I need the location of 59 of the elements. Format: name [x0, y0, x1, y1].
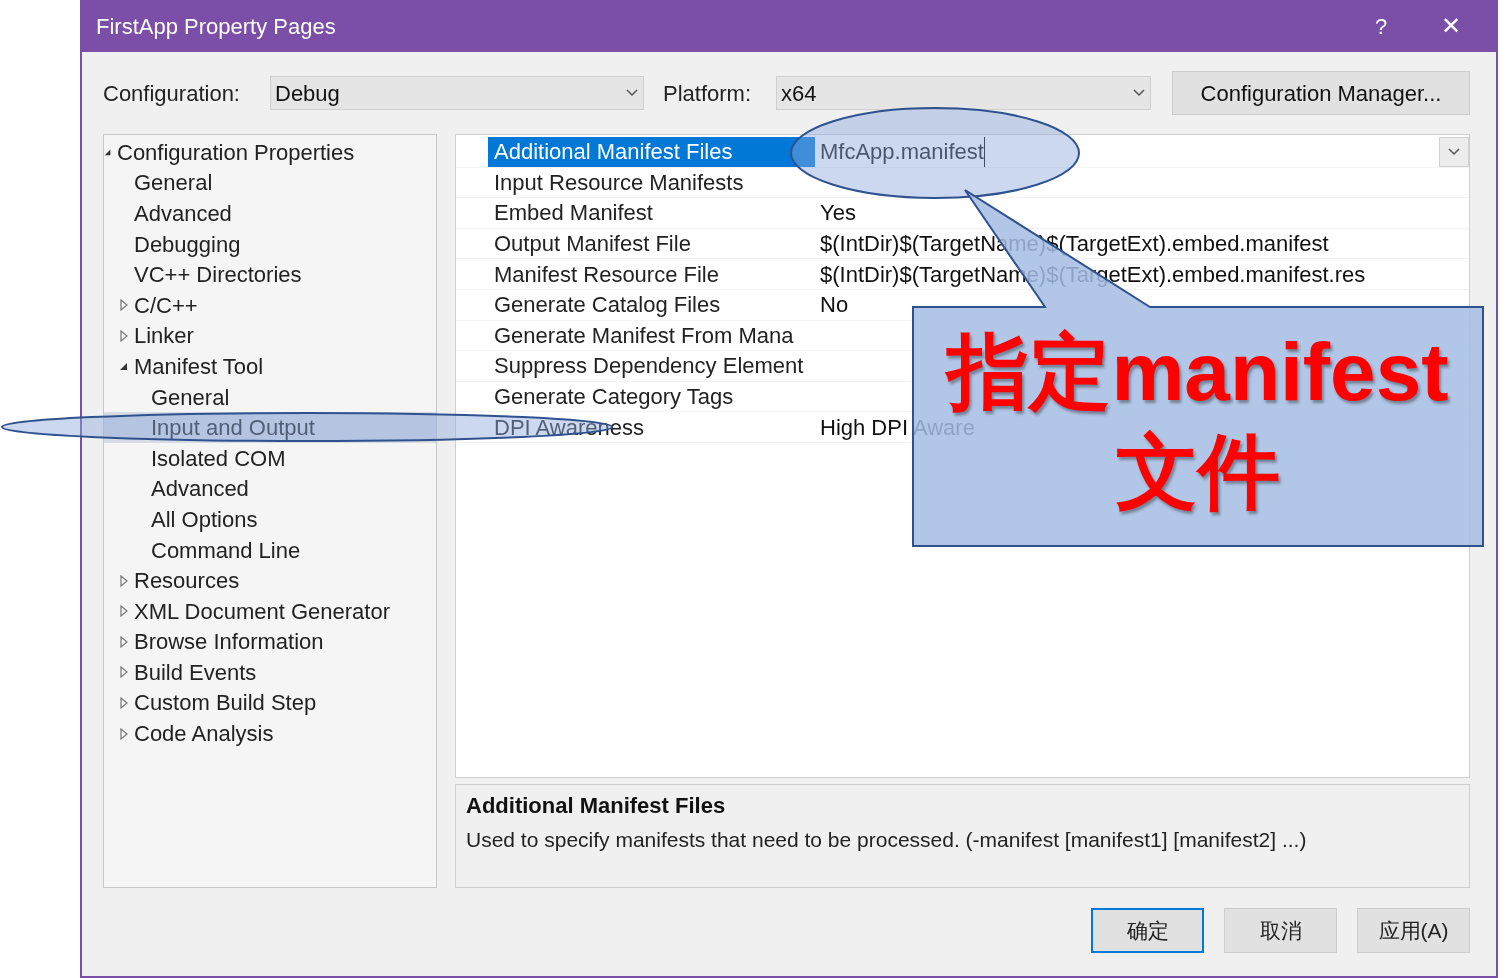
window-title: FirstApp Property Pages	[96, 12, 337, 41]
dialog-button[interactable]: 确定	[1091, 908, 1204, 953]
tree-item[interactable]: Input and Output	[104, 412, 436, 443]
configuration-label: Configuration:	[103, 79, 241, 108]
collapsed-triangle-icon[interactable]	[119, 605, 129, 618]
tree-item[interactable]: Manifest Tool	[104, 351, 436, 382]
collapsed-triangle-icon[interactable]	[119, 697, 129, 709]
property-name[interactable]: Output Manifest File	[488, 228, 815, 259]
tree-item[interactable]: Debugging	[104, 228, 436, 260]
platform-label: Platform:	[663, 79, 753, 108]
tree-item[interactable]: XML Document Generator	[104, 595, 436, 627]
collapsed-triangle-icon[interactable]	[119, 635, 129, 648]
chevron-down-icon	[1447, 146, 1461, 157]
collapsed-triangle-icon[interactable]	[119, 329, 129, 342]
property-name[interactable]: Embed Manifest	[488, 198, 815, 228]
tree-item[interactable]: Advanced	[104, 198, 436, 229]
property-name[interactable]: Generate Catalog Files	[488, 289, 815, 320]
tree-item[interactable]: Isolated COM	[104, 442, 436, 474]
tree-item[interactable]: General	[104, 381, 436, 413]
chevron-down-icon	[625, 88, 639, 98]
tree-item[interactable]: General	[104, 167, 436, 199]
tree-item[interactable]: Advanced	[104, 473, 436, 505]
callout-text: 文件	[1116, 425, 1280, 519]
tree-item[interactable]: Browse Information	[104, 626, 436, 658]
chevron-down-icon	[1132, 88, 1146, 98]
property-name[interactable]: Generate Category Tags	[488, 381, 815, 412]
property-value: Yes	[819, 199, 856, 228]
description-title: Additional Manifest Files	[466, 792, 727, 820]
collapsed-triangle-icon[interactable]	[119, 299, 129, 312]
configuration-manager-button[interactable]: Configuration Manager...	[1172, 71, 1470, 115]
platform-dropdown[interactable]: x64	[776, 76, 1151, 110]
tree-item[interactable]: Build Events	[104, 657, 436, 688]
property-name[interactable]: Suppress Dependency Element	[488, 351, 815, 381]
collapsed-triangle-icon[interactable]	[119, 727, 129, 740]
description-text: Used to specify manifests that need to be processed. (-manifest [manifest1] [manifest2] ...)	[466, 827, 1308, 853]
tree-item[interactable]: Linker	[104, 320, 436, 352]
collapsed-triangle-icon[interactable]	[119, 574, 129, 587]
tree-item[interactable]: C/C++	[104, 289, 436, 321]
help-button[interactable]: ?	[1356, 6, 1406, 46]
dialog-button[interactable]: 应用(A)	[1357, 908, 1470, 953]
tree-item[interactable]: Code Analysis	[104, 718, 436, 749]
callout-text: 指定manifest	[947, 325, 1449, 419]
property-name[interactable]: Generate Manifest From Mana	[488, 320, 815, 351]
property-value-field[interactable]: MfcApp.manifest	[815, 137, 985, 167]
dropdown-button[interactable]	[1439, 137, 1469, 167]
close-button[interactable]: ✕	[1426, 6, 1476, 46]
property-value: No	[819, 291, 849, 320]
tree-item[interactable]: Resources	[104, 565, 436, 596]
dialog-button[interactable]: 取消	[1224, 908, 1337, 953]
tree-item[interactable]: Configuration Properties	[104, 137, 436, 168]
property-name[interactable]: Manifest Resource File	[488, 259, 815, 289]
property-name[interactable]: Input Resource Manifests	[488, 167, 815, 198]
property-name[interactable]: Additional Manifest Files	[488, 137, 815, 167]
configuration-dropdown[interactable]: Debug	[270, 76, 644, 110]
tree-item[interactable]: All Options	[104, 504, 436, 535]
tree-item[interactable]: Command Line	[104, 534, 436, 566]
collapsed-triangle-icon[interactable]	[119, 666, 129, 679]
tree-item[interactable]: Custom Build Step	[104, 687, 436, 719]
tree-item[interactable]: VC++ Directories	[104, 259, 436, 290]
